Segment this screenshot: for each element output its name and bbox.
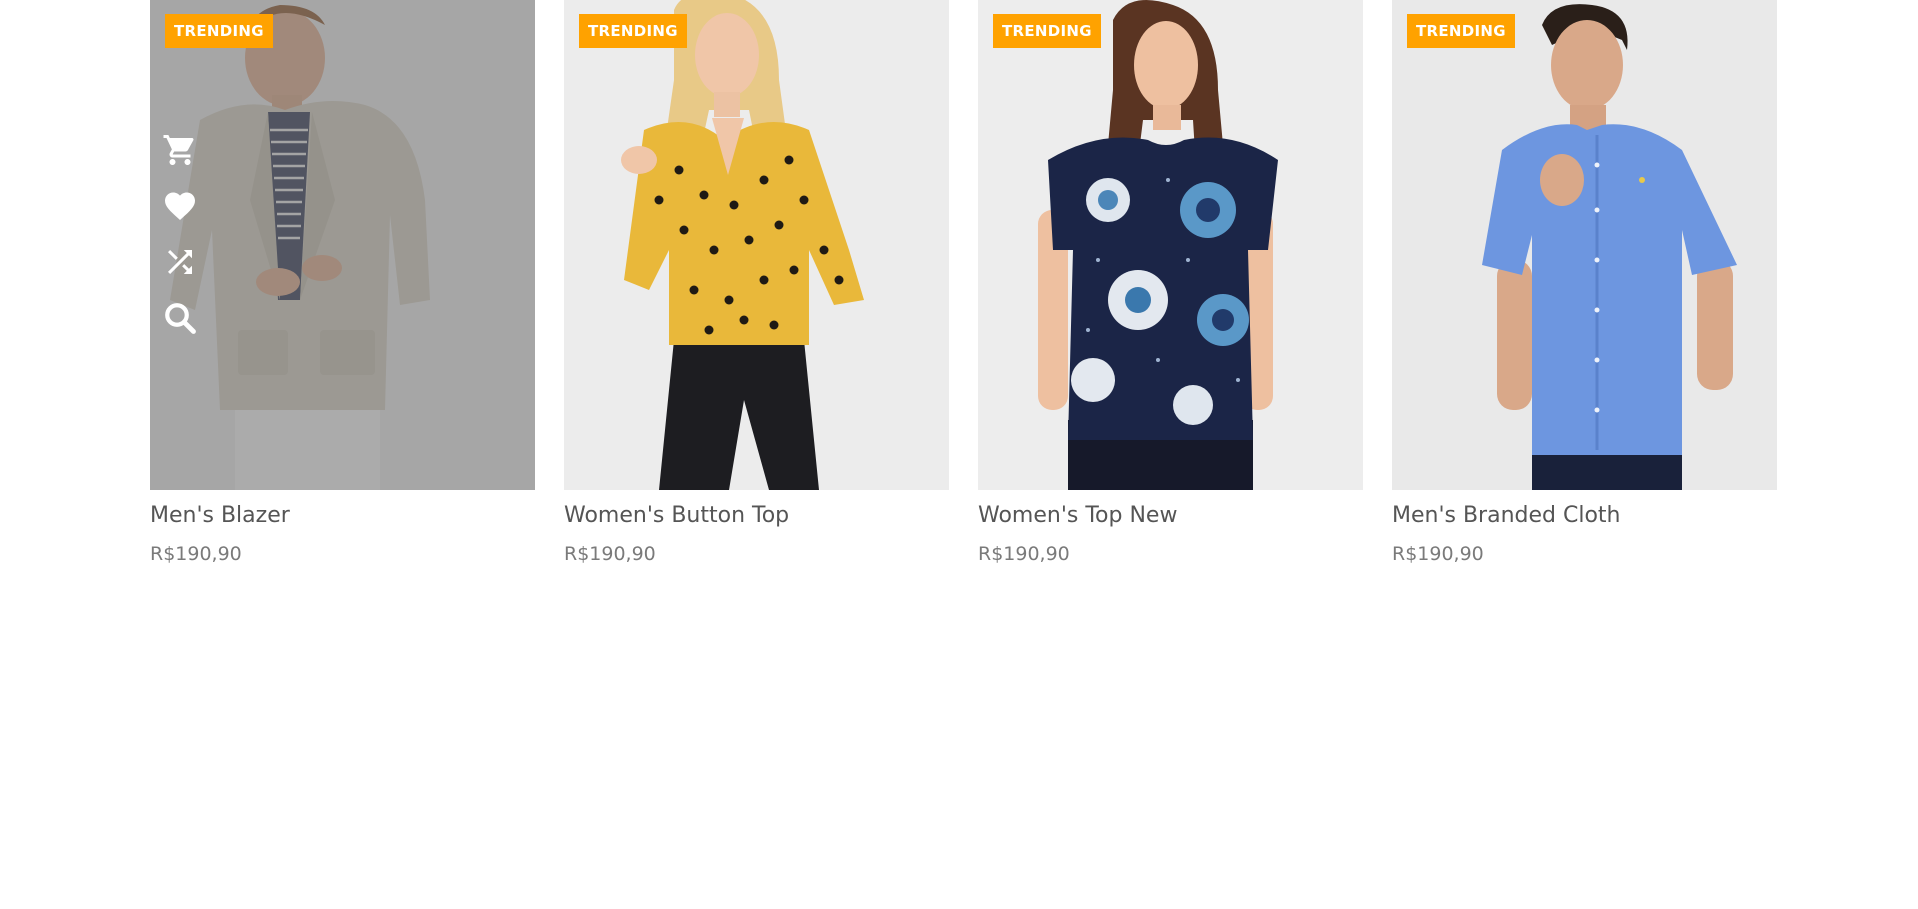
product-title[interactable]: Women's Button Top	[564, 500, 949, 532]
shuffle-icon	[168, 250, 192, 274]
product-card[interactable]: TRENDING Women's Button Top R$190,90	[564, 0, 949, 568]
man-in-blue-shirt-photo	[1392, 0, 1777, 490]
product-title[interactable]: Men's Branded Cloth	[1392, 500, 1777, 532]
product-image-link[interactable]: TRENDING	[150, 0, 535, 490]
product-card[interactable]: TRENDING Men's Blazer R$190,90	[150, 0, 535, 568]
add-to-wishlist-button[interactable]	[162, 188, 198, 224]
woman-in-floral-navy-top-photo	[978, 0, 1363, 490]
product-card[interactable]: TRENDING Women's Top New R$190,90	[978, 0, 1363, 568]
product-price: R$190,90	[1392, 543, 1484, 565]
product-grid: TRENDING Men's Blazer R$190,90 TRENDING …	[0, 0, 1918, 909]
product-image-link[interactable]: TRENDING	[978, 0, 1363, 490]
trending-badge: TRENDING	[993, 14, 1101, 48]
product-card[interactable]: TRENDING Men's Branded Cloth R$190,90	[1392, 0, 1777, 568]
quick-view-button[interactable]	[162, 300, 198, 336]
trending-badge: TRENDING	[579, 14, 687, 48]
product-price: R$190,90	[978, 543, 1070, 565]
product-image-link[interactable]: TRENDING	[564, 0, 949, 490]
trending-badge: TRENDING	[165, 14, 273, 48]
image-hover-overlay	[150, 0, 535, 490]
product-title[interactable]: Men's Blazer	[150, 500, 535, 532]
hover-action-bar	[162, 132, 198, 356]
product-title[interactable]: Women's Top New	[978, 500, 1363, 532]
search-icon	[165, 303, 196, 334]
product-price: R$190,90	[150, 543, 242, 565]
cart-icon	[163, 135, 194, 165]
woman-in-yellow-polka-top-photo	[564, 0, 949, 490]
heart-icon	[165, 192, 195, 221]
compare-button[interactable]	[162, 244, 198, 280]
product-image-link[interactable]: TRENDING	[1392, 0, 1777, 490]
trending-badge: TRENDING	[1407, 14, 1515, 48]
product-price: R$190,90	[564, 543, 656, 565]
add-to-cart-button[interactable]	[162, 132, 198, 168]
